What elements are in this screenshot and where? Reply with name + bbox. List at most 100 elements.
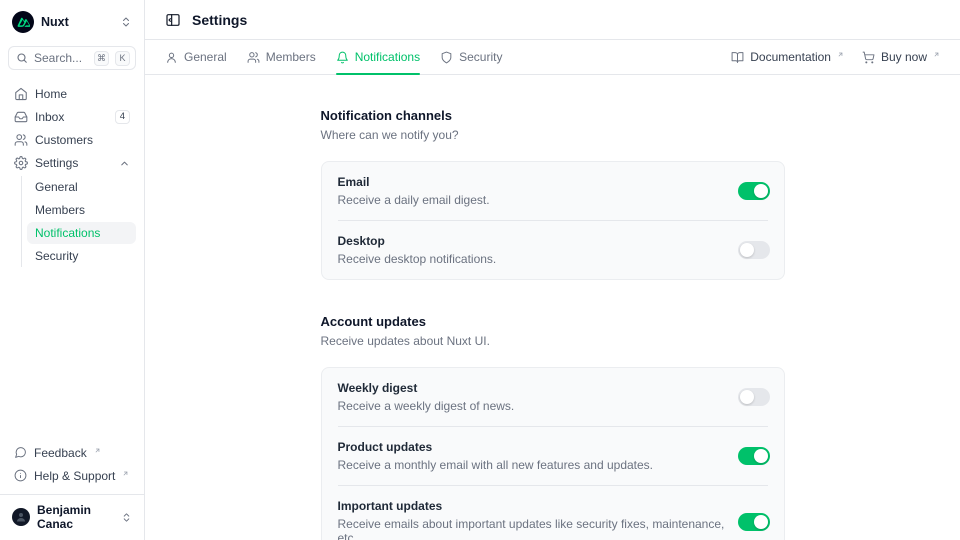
setting-label: Email [338, 175, 726, 189]
tab-security[interactable]: Security [440, 40, 502, 74]
sidebar-footer: Feedback Help & Support [8, 442, 136, 494]
settings-card: Weekly digest Receive a weekly digest of… [321, 367, 785, 540]
desktop-toggle[interactable] [738, 241, 770, 259]
users-icon [14, 133, 28, 147]
important-updates-toggle[interactable] [738, 513, 770, 531]
sidebar-item-settings[interactable]: Settings [8, 152, 136, 174]
section-notification-channels: Notification channels Where can we notif… [321, 108, 785, 280]
app-window: Nuxt Search... ⌘ K Home [0, 0, 960, 540]
setting-description: Receive a daily email digest. [338, 193, 726, 207]
toggle-knob [740, 243, 754, 257]
toggle-knob [754, 184, 768, 198]
tab-notifications[interactable]: Notifications [336, 40, 420, 74]
user-menu[interactable]: Benjamin Canac [0, 494, 144, 540]
sidebar: Nuxt Search... ⌘ K Home [0, 0, 145, 540]
sidebar-item-members[interactable]: Members [27, 199, 136, 221]
sidebar-item-label: Security [35, 249, 78, 263]
shopping-cart-icon [862, 51, 875, 64]
setting-row-important-updates: Important updates Receive emails about i… [322, 486, 784, 540]
buy-now-button[interactable]: Buy now [862, 50, 940, 64]
users-icon [247, 51, 260, 64]
setting-label: Weekly digest [338, 381, 726, 395]
external-link-icon [837, 51, 844, 58]
main-panel: Settings General Members Notifications [145, 0, 960, 540]
setting-row-email: Email Receive a daily email digest. [322, 162, 784, 220]
book-open-icon [731, 51, 744, 64]
sidebar-item-label: Customers [35, 133, 93, 147]
tab-label: General [184, 50, 227, 64]
section-description: Where can we notify you? [321, 128, 785, 142]
sidebar-item-label: Inbox [35, 110, 64, 124]
home-icon [14, 87, 28, 101]
team-selector[interactable]: Nuxt [8, 8, 136, 36]
tab-label: Security [459, 50, 502, 64]
search-input[interactable]: Search... ⌘ K [8, 46, 136, 70]
setting-row-desktop: Desktop Receive desktop notifications. [322, 221, 784, 279]
setting-row-weekly-digest: Weekly digest Receive a weekly digest of… [322, 368, 784, 426]
help-support-link[interactable]: Help & Support [8, 465, 136, 486]
sidebar-item-customers[interactable]: Customers [8, 129, 136, 151]
product-updates-toggle[interactable] [738, 447, 770, 465]
email-toggle[interactable] [738, 182, 770, 200]
action-label: Documentation [750, 50, 831, 64]
setting-label: Desktop [338, 234, 726, 248]
sidebar-item-security[interactable]: Security [27, 245, 136, 267]
section-title: Notification channels [321, 108, 785, 123]
sidebar-item-general[interactable]: General [27, 176, 136, 198]
tab-bar: General Members Notifications Security [145, 40, 960, 75]
footer-item-label: Help & Support [34, 469, 115, 483]
tab-members[interactable]: Members [247, 40, 316, 74]
external-link-icon [933, 51, 940, 58]
shield-icon [440, 51, 453, 64]
kbd-meta: ⌘ [94, 51, 109, 66]
gear-icon [14, 156, 28, 170]
feedback-link[interactable]: Feedback [8, 442, 136, 463]
setting-description: Receive desktop notifications. [338, 252, 726, 266]
sidebar-item-label: General [35, 180, 78, 194]
footer-item-label: Feedback [34, 446, 87, 460]
user-name: Benjamin Canac [37, 503, 114, 531]
sidebar-item-label: Home [35, 87, 67, 101]
sidebar-item-inbox[interactable]: Inbox 4 [8, 106, 136, 128]
settings-card: Email Receive a daily email digest. Desk… [321, 161, 785, 280]
page-title: Settings [192, 12, 247, 28]
sidebar-item-notifications[interactable]: Notifications [27, 222, 136, 244]
info-circle-icon [14, 469, 27, 482]
weekly-digest-toggle[interactable] [738, 388, 770, 406]
toggle-knob [754, 515, 768, 529]
setting-description: Receive emails about important updates l… [338, 517, 726, 540]
inbox-count-badge: 4 [115, 110, 130, 124]
section-description: Receive updates about Nuxt UI. [321, 334, 785, 348]
sidebar-item-label: Members [35, 203, 85, 217]
toggle-knob [740, 390, 754, 404]
setting-label: Product updates [338, 440, 726, 454]
tab-label: Members [266, 50, 316, 64]
setting-row-product-updates: Product updates Receive a monthly email … [322, 427, 784, 485]
setting-label: Important updates [338, 499, 726, 513]
settings-subnav: General Members Notifications Security [21, 176, 136, 267]
sidebar-nav: Home Inbox 4 Customers Settings [8, 83, 136, 267]
sidebar-item-label: Notifications [35, 226, 100, 240]
toggle-knob [754, 449, 768, 463]
section-title: Account updates [321, 314, 785, 329]
team-name: Nuxt [41, 15, 113, 29]
kbd-key: K [115, 51, 130, 66]
nuxt-logo-icon [12, 11, 34, 33]
chat-bubble-icon [14, 446, 27, 459]
collapse-sidebar-icon[interactable] [165, 12, 181, 28]
sidebar-item-home[interactable]: Home [8, 83, 136, 105]
sidebar-item-label: Settings [35, 156, 78, 170]
page-header: Settings [145, 0, 960, 40]
documentation-link[interactable]: Documentation [731, 50, 844, 64]
search-icon [16, 52, 28, 64]
setting-description: Receive a weekly digest of news. [338, 399, 726, 413]
tab-general[interactable]: General [165, 40, 227, 74]
setting-description: Receive a monthly email with all new fea… [338, 458, 726, 472]
chevron-up-icon [119, 158, 130, 169]
search-placeholder: Search... [34, 51, 88, 65]
action-label: Buy now [881, 50, 927, 64]
user-icon [165, 51, 178, 64]
bell-icon [336, 51, 349, 64]
external-link-icon [94, 447, 101, 454]
header-actions: Documentation Buy now [731, 50, 940, 64]
